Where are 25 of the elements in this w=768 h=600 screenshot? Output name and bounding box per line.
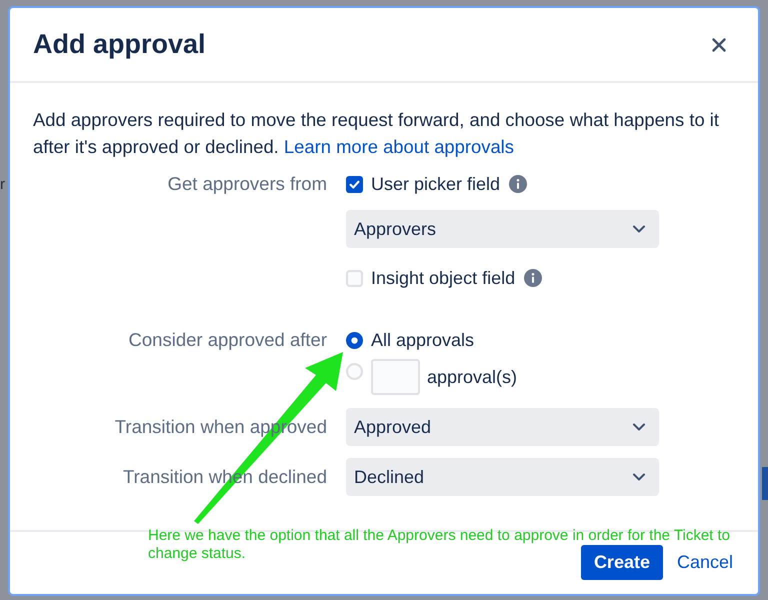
radio-button[interactable]	[346, 363, 363, 380]
select-field[interactable]: Declined	[346, 458, 659, 496]
count-input-field[interactable]	[371, 359, 420, 395]
radio-label[interactable]: All approvals	[371, 326, 474, 354]
select-field[interactable]: Approvers	[346, 210, 659, 248]
field-label: Consider approved after	[128, 328, 327, 352]
cancel-button[interactable]: Cancel	[664, 545, 745, 580]
checkbox[interactable]	[346, 270, 363, 286]
page-tag-fragment	[762, 467, 768, 500]
page-text-fragment: r	[0, 175, 5, 195]
description-text: Add approvers required to move the request forward, and choose what happens to it after it's approved or declined. Learn more about approvals	[33, 108, 720, 159]
dialog-title: Add approval	[33, 28, 206, 62]
radio-label: approval(s)	[427, 366, 518, 389]
info-icon[interactable]	[509, 175, 528, 193]
radio-button[interactable]	[346, 332, 363, 348]
checkbox-label[interactable]: User picker field	[371, 170, 500, 198]
learn-more-link[interactable]: Learn more about approvals	[284, 136, 514, 157]
field-label: Get approvers from	[168, 172, 327, 196]
select-field[interactable]: Approved	[346, 408, 659, 446]
checkbox[interactable]	[346, 176, 363, 192]
annotation-text: change status.	[148, 545, 246, 563]
annotation-text: Here we have the option that all the Approvers need to approve in order for the Ticket to	[148, 527, 730, 545]
info-icon[interactable]	[524, 269, 542, 287]
create-button[interactable]: Create	[580, 545, 663, 580]
checkbox-label[interactable]: Insight object field	[371, 264, 516, 292]
